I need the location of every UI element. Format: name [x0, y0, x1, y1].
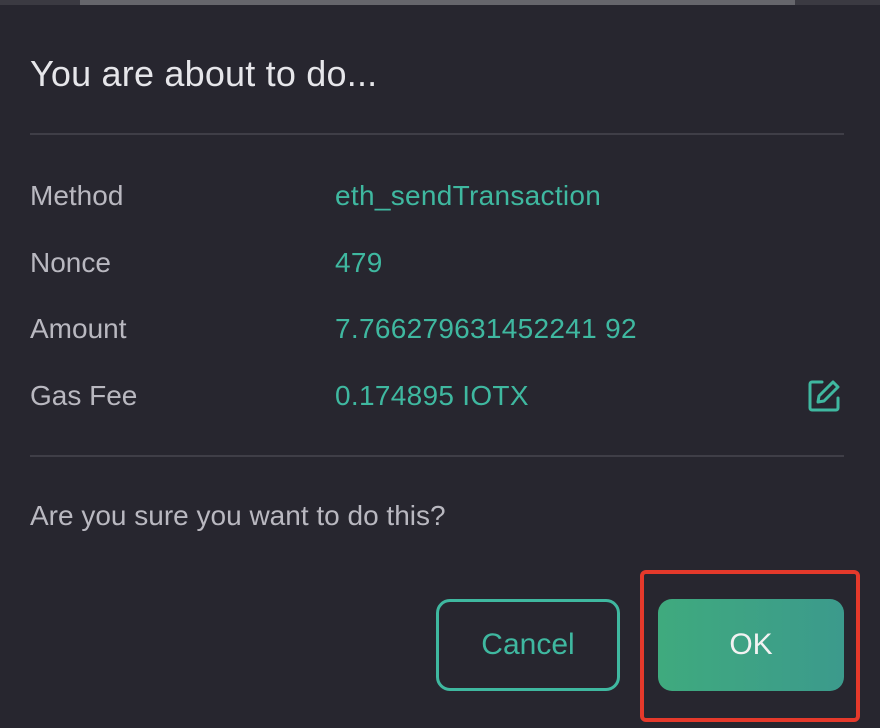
- cancel-button[interactable]: Cancel: [436, 599, 620, 691]
- method-label: Method: [30, 180, 124, 211]
- header-divider: [30, 133, 844, 135]
- amount-label: Amount: [30, 313, 127, 344]
- nonce-row: Nonce 479: [30, 243, 844, 283]
- gas-fee-row: Gas Fee 0.174895 IOTX: [30, 376, 844, 416]
- ok-button[interactable]: OK: [658, 599, 844, 691]
- confirm-question: Are you sure you want to do this?: [30, 500, 446, 531]
- amount-row: Amount 7.766279631452241 92: [30, 309, 844, 349]
- dialog-title: You are about to do...: [30, 53, 378, 94]
- gas-fee-label: Gas Fee: [30, 380, 138, 411]
- body-divider: [30, 455, 844, 457]
- confirm-transaction-dialog: You are about to do... Method eth_sendTr…: [0, 5, 880, 728]
- edit-icon: [808, 380, 840, 412]
- nonce-value: 479: [335, 247, 383, 278]
- amount-value: 7.766279631452241 92: [335, 313, 637, 344]
- nonce-label: Nonce: [30, 247, 111, 278]
- method-row: Method eth_sendTransaction: [30, 176, 844, 216]
- method-value: eth_sendTransaction: [335, 180, 602, 211]
- edit-gas-fee-icon[interactable]: [804, 376, 844, 416]
- gas-fee-value: 0.174895 IOTX: [335, 380, 529, 411]
